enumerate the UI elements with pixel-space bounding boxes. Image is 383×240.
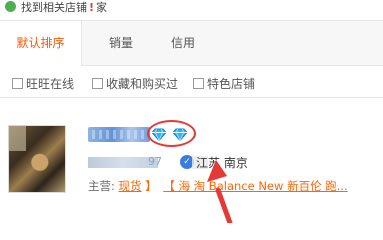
seller-name-suffix: 97: [148, 155, 162, 168]
tab-default-sort[interactable]: 默认排序: [0, 21, 82, 67]
seller-info: 97 ✓ 江苏 南京: [88, 155, 278, 171]
checkbox[interactable]: [92, 78, 103, 89]
filter-wangwang-online[interactable]: 旺旺在线: [12, 75, 74, 92]
filter-label: 收藏和购买过: [106, 77, 179, 91]
filter-favorited-purchased[interactable]: 收藏和购买过: [92, 75, 178, 92]
annotation-circle: [147, 120, 196, 147]
filter-featured-shops[interactable]: 特色店铺: [193, 75, 255, 92]
filter-label: 旺旺在线: [26, 77, 75, 91]
tab-credit[interactable]: 信用: [158, 21, 208, 66]
shop-result-item: 97 ✓ 江苏 南京 主营: 现货 】 【 海 淘 Balance New 新百…: [0, 99, 383, 223]
tab-sales[interactable]: 销量: [96, 21, 146, 66]
result-count-text: 找到相关店铺! 家: [21, 1, 108, 14]
separator: 】: [145, 179, 157, 193]
main-product-link-1[interactable]: 现货: [119, 179, 142, 193]
avatar-tile: [8, 125, 26, 151]
checkbox[interactable]: [12, 78, 23, 89]
shop-location: 江苏 南京: [196, 156, 248, 170]
result-count-strip: 找到相关店铺! 家: [0, 0, 383, 18]
checkbox[interactable]: [193, 78, 204, 89]
main-products-label: 主营:: [88, 179, 115, 193]
filter-bar: 旺旺在线 收藏和购买过 特色店铺: [0, 66, 383, 98]
store-icon: [5, 1, 16, 12]
shop-name-text: [88, 127, 150, 142]
filter-label: 特色店铺: [207, 77, 256, 91]
sort-bar: 默认排序 销量 信用: [0, 20, 383, 67]
main-products: 主营: 现货 】 【 海 淘 Balance New 新百伦 跑...: [88, 178, 348, 194]
main-product-link-2[interactable]: 【 海 淘 Balance New 新百伦 跑...: [163, 179, 347, 193]
